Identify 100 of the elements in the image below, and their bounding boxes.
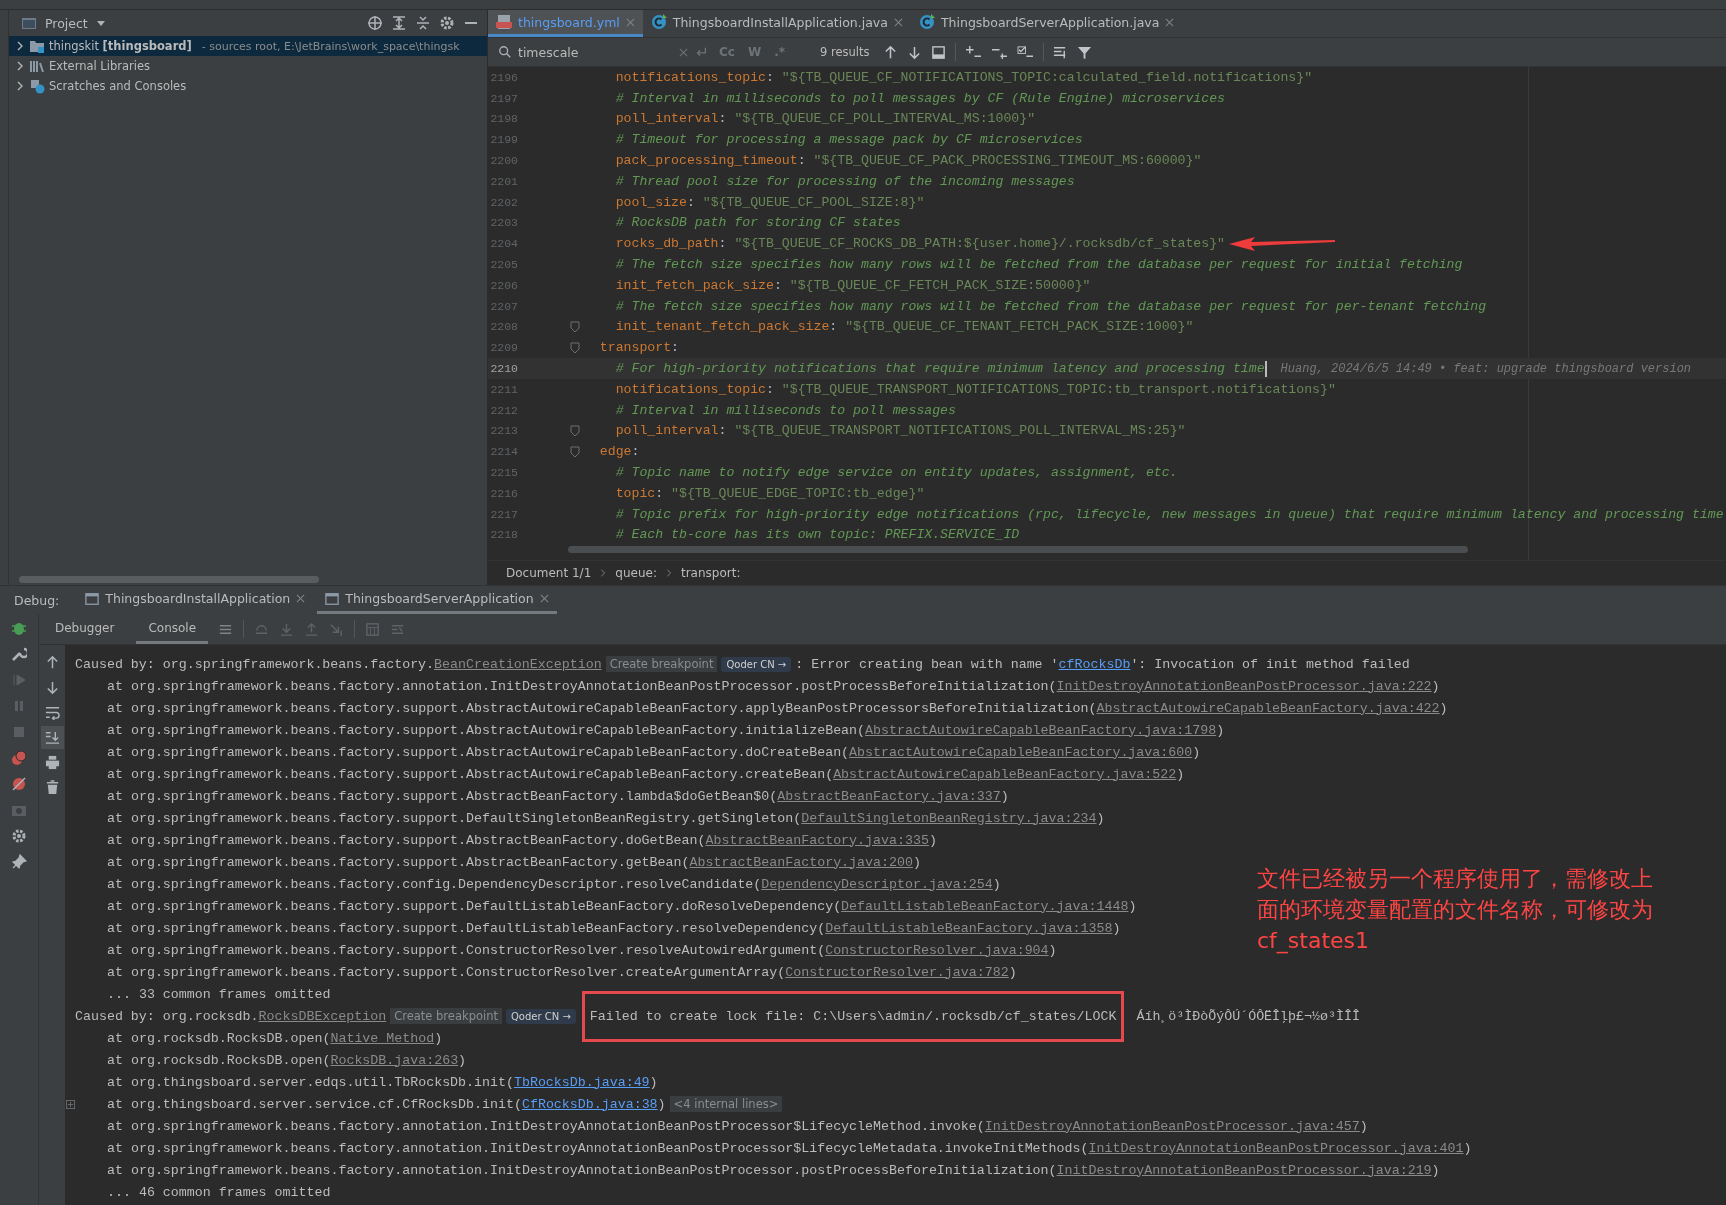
print-icon[interactable] — [44, 755, 60, 770]
debugger-tab[interactable]: Console — [136, 614, 209, 644]
source-link[interactable]: DefaultListableBeanFactory.java:1448 — [841, 898, 1129, 914]
source-link[interactable]: ConstructorResolver.java:904 — [825, 942, 1049, 958]
source-link[interactable]: AbstractAutowireCapableBeanFactory.java:1798 — [865, 722, 1217, 738]
class-icon — [650, 14, 667, 30]
yaml-file-icon — [496, 14, 512, 30]
debug-label: Debug: — [14, 592, 60, 608]
expand-icon[interactable] — [65, 1099, 75, 1109]
soft-wrap-icon[interactable] — [44, 705, 60, 720]
editor-tab[interactable]: ThingsboardServerApplication.java — [910, 10, 1183, 37]
target-icon[interactable] — [367, 15, 383, 31]
source-link[interactable]: InitDestroyAnnotationBeanPostProcessor.java:219 — [1056, 1162, 1432, 1178]
tree-item[interactable]: Scratches and Consoles — [9, 76, 487, 96]
close-icon[interactable] — [296, 594, 306, 603]
close-icon[interactable] — [1165, 17, 1175, 27]
debug-tab[interactable]: ThingsboardInstallApplication — [77, 586, 314, 614]
tree-item[interactable]: External Libraries — [9, 56, 487, 76]
close-icon[interactable] — [625, 17, 635, 27]
source-link[interactable]: CfRocksDb.java:38 — [521, 1096, 658, 1112]
source-link[interactable]: TbRocksDb.java:49 — [513, 1074, 650, 1090]
code-line: poll_interval: "${TB_QUEUE_CF_POLL_INTERVAL_MS:1000}" — [614, 111, 1036, 127]
collapse-all-icon[interactable] — [415, 15, 431, 31]
fold-marker-icon[interactable] — [570, 341, 580, 354]
assistant-badge[interactable]: Qoder CN → — [721, 656, 792, 672]
source-link[interactable]: InitDestroyAnnotationBeanPostProcessor.java:457 — [984, 1118, 1360, 1134]
source-link[interactable]: AbstractBeanFactory.java:337 — [777, 788, 1001, 804]
search-option-toggle[interactable]: .* — [772, 45, 787, 59]
code-line: notifications_topic: "${TB_QUEUE_TRANSPORT_NOTIFICATIONS_TOPIC:tb_transport.notifications}" — [614, 381, 1336, 397]
source-link[interactable]: AbstractAutowireCapableBeanFactory.java:522 — [833, 766, 1177, 782]
debugger-tab[interactable]: Debugger — [43, 614, 127, 644]
line-number: 2213 — [489, 424, 518, 438]
line-number: 2206 — [489, 278, 518, 292]
line-number: 2203 — [489, 216, 518, 230]
tree-item[interactable]: thingskit [thingsboard] - sources root, E:\JetBrains\work_space\thingsk — [9, 36, 487, 56]
close-icon[interactable] — [893, 17, 903, 27]
panel-title[interactable]: Project — [45, 15, 88, 31]
search-field[interactable]: timescale — [494, 41, 708, 63]
source-link[interactable]: AbstractAutowireCapableBeanFactory.java:422 — [1096, 700, 1440, 716]
source-link[interactable]: RocksDBException — [258, 1008, 387, 1024]
code-line: # Interval in milliseconds to poll messages — [614, 402, 956, 418]
add-selection-icon[interactable] — [964, 44, 982, 60]
close-icon[interactable] — [539, 594, 549, 603]
assistant-badge[interactable]: Qoder CN → — [505, 1008, 576, 1024]
code-line: # For high-priority notifications that require minimum latency and processing time — [614, 361, 1265, 377]
source-link[interactable]: AbstractBeanFactory.java:335 — [705, 832, 929, 848]
line-number: 2208 — [489, 320, 518, 334]
settings-icon[interactable] — [11, 828, 27, 844]
breadcrumb-item[interactable]: queue: — [615, 566, 657, 580]
source-link[interactable]: Native Method — [330, 1030, 435, 1046]
editor-tab[interactable]: thingsboard.yml — [488, 10, 643, 37]
source-link[interactable]: DefaultSingletonBeanRegistry.java:234 — [801, 810, 1097, 826]
console-line: at org.springframework.beans.factory.support.AbstractBeanFactory.doGetBean(AbstractBeanFactory.java:335) — [106, 832, 937, 848]
settings-icon[interactable] — [439, 15, 455, 31]
source-link[interactable]: AbstractBeanFactory.java:200 — [689, 854, 913, 870]
fold-marker-icon[interactable] — [570, 445, 580, 458]
source-link[interactable]: DefaultListableBeanFactory.java:1358 — [825, 920, 1113, 936]
source-link[interactable]: InitDestroyAnnotationBeanPostProcessor.java:401 — [1088, 1140, 1464, 1156]
inline-hint[interactable]: Create breakpoint — [390, 1007, 502, 1024]
expand-all-icon[interactable] — [391, 15, 407, 31]
breadcrumb-item[interactable]: transport: — [680, 566, 741, 580]
trash-icon[interactable] — [44, 780, 60, 795]
mute-breakpoints-icon[interactable] — [11, 776, 27, 792]
source-link[interactable]: RocksDB.java:263 — [330, 1052, 459, 1068]
bug-icon[interactable] — [11, 620, 27, 636]
filter-icon[interactable] — [1076, 44, 1092, 60]
wrench-icon[interactable] — [11, 646, 27, 662]
pin-icon[interactable] — [11, 854, 27, 870]
source-link[interactable]: BeanCreationException — [434, 656, 602, 672]
source-link[interactable]: DependencyDescriptor.java:254 — [761, 876, 993, 892]
filter-lines-icon[interactable] — [1052, 44, 1068, 60]
code-line: poll_interval: "${TB_QUEUE_TRANSPORT_NOTIFICATIONS_POLL_INTERVAL_MS:25}" — [614, 423, 1186, 439]
source-link[interactable]: cfRocksDb — [1058, 656, 1131, 672]
select-all-icon[interactable] — [1016, 44, 1034, 60]
chevron-icon — [599, 569, 608, 577]
scrollbar-thumb[interactable] — [568, 546, 1468, 554]
fold-marker-icon[interactable] — [570, 424, 580, 437]
code-line: transport: — [598, 340, 679, 356]
breakpoints-icon[interactable] — [11, 750, 27, 766]
window-icon[interactable] — [930, 44, 946, 60]
newline-icon[interactable] — [694, 45, 708, 59]
console-line: at org.springframework.beans.factory.support.DefaultSingletonBeanRegistry.getSingleton(DefaultSingletonBeanRegistry.java:234) — [106, 810, 1105, 826]
inline-hint[interactable]: <4 internal lines> — [669, 1095, 783, 1112]
source-link[interactable]: ConstructorResolver.java:782 — [785, 964, 1009, 980]
code-line: # Each tb-core has its own topic: PREFIX.SERVICE_ID — [614, 527, 1020, 543]
breadcrumb-item[interactable]: Document 1/1 — [506, 566, 592, 580]
source-link[interactable]: InitDestroyAnnotationBeanPostProcessor.java:222 — [1056, 678, 1432, 694]
fold-marker-icon[interactable] — [570, 320, 580, 333]
line-number: 2202 — [489, 195, 518, 209]
line-number: 2207 — [489, 299, 518, 313]
line-number: 2197 — [489, 91, 518, 105]
console-line: at org.thingsboard.server.edqs.util.TbRocksDb.init(TbRocksDb.java:49) — [106, 1074, 658, 1090]
editor-tab[interactable]: ThingsboardInstallApplication.java — [642, 10, 911, 37]
source-link[interactable]: AbstractAutowireCapableBeanFactory.java:600 — [849, 744, 1193, 760]
inline-hint[interactable]: Create breakpoint — [605, 655, 718, 672]
clear-icon[interactable] — [679, 47, 688, 57]
code-line: notifications_topic: "${TB_QUEUE_CF_NOTIFICATIONS_TOPIC:calculated_field.notifications}" — [614, 69, 1313, 85]
line-number: 2199 — [489, 133, 518, 147]
dropdown-icon[interactable] — [95, 18, 106, 28]
scrollbar-thumb[interactable] — [19, 575, 319, 583]
